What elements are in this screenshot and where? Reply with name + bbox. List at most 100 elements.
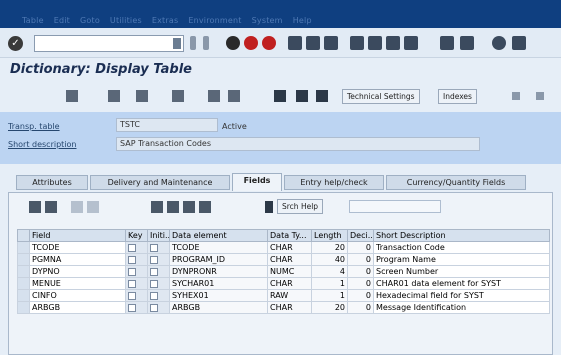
save-icon[interactable] bbox=[226, 36, 240, 50]
key-checkbox[interactable] bbox=[128, 303, 136, 312]
row-selector[interactable] bbox=[17, 301, 30, 314]
menu-item[interactable]: Utilities bbox=[110, 16, 142, 25]
other-object-icon[interactable] bbox=[66, 90, 78, 102]
cell-elem[interactable]: SYCHAR01 bbox=[169, 277, 268, 290]
column-header[interactable]: Data Ty... bbox=[267, 229, 312, 242]
initial-values-checkbox[interactable] bbox=[150, 243, 158, 252]
find-next-icon[interactable] bbox=[324, 36, 338, 50]
enter-button[interactable]: ✓ bbox=[8, 36, 23, 51]
key-checkbox[interactable] bbox=[128, 279, 136, 288]
menu-item[interactable]: System bbox=[252, 16, 283, 25]
where-used-icon[interactable] bbox=[136, 90, 148, 102]
column-header[interactable]: Short Description bbox=[373, 229, 550, 242]
row-selector[interactable] bbox=[17, 241, 30, 254]
menu-item[interactable]: Table bbox=[22, 16, 44, 25]
menu-item[interactable]: Edit bbox=[54, 16, 70, 25]
print-icon[interactable] bbox=[288, 36, 302, 50]
cell-elem[interactable]: PROGRAM_ID bbox=[169, 253, 268, 266]
column-header[interactable]: Data element bbox=[169, 229, 268, 242]
row-selector[interactable] bbox=[17, 253, 30, 266]
column-header[interactable]: Key bbox=[125, 229, 148, 242]
command-history-dropdown[interactable] bbox=[173, 38, 181, 49]
tab-entry-help-check[interactable]: Entry help/check bbox=[284, 175, 384, 190]
display-object-icon[interactable] bbox=[274, 90, 286, 102]
tab-attributes[interactable]: Attributes bbox=[16, 175, 88, 190]
previous-page-icon[interactable] bbox=[368, 36, 382, 50]
srch-help-button[interactable]: Srch Help bbox=[277, 199, 324, 214]
short-description-field[interactable]: SAP Transaction Codes bbox=[116, 137, 480, 151]
sort-icon[interactable] bbox=[199, 201, 211, 213]
column-header[interactable]: Initi... bbox=[147, 229, 170, 242]
cell-field[interactable]: DYPNO bbox=[29, 265, 126, 278]
display-change-icon[interactable] bbox=[108, 90, 120, 102]
menu-item[interactable]: Environment bbox=[188, 16, 241, 25]
find-icon[interactable] bbox=[306, 36, 320, 50]
tab-delivery-and-maintenance[interactable]: Delivery and Maintenance bbox=[90, 175, 230, 190]
cell-field[interactable]: PGMNA bbox=[29, 253, 126, 266]
first-page-icon[interactable] bbox=[350, 36, 364, 50]
indexes-button[interactable]: Indexes bbox=[438, 89, 477, 104]
key-checkbox[interactable] bbox=[128, 267, 136, 276]
menu-item[interactable]: Goto bbox=[80, 16, 100, 25]
initial-values-checkbox[interactable] bbox=[150, 303, 158, 312]
append-structure-icon[interactable] bbox=[512, 92, 520, 100]
table-name-field[interactable]: TSTC bbox=[116, 118, 218, 132]
structure-icon[interactable] bbox=[316, 90, 328, 102]
cell-field[interactable]: TCODE bbox=[29, 241, 126, 254]
check-icon[interactable] bbox=[172, 90, 184, 102]
new-session-icon[interactable] bbox=[440, 36, 454, 50]
object-list-icon[interactable] bbox=[228, 90, 240, 102]
built-in-type-field[interactable] bbox=[349, 200, 441, 213]
details-icon[interactable] bbox=[29, 201, 41, 213]
table-row[interactable]: PGMNA PROGRAM_ID CHAR 40 0 Program Name bbox=[17, 253, 550, 266]
menu-item[interactable]: Help bbox=[293, 16, 312, 25]
tab-currency-quantity-fields[interactable]: Currency/Quantity Fields bbox=[386, 175, 526, 190]
table-row[interactable]: DYPNO DYNPRONR NUMC 4 0 Screen Number bbox=[17, 265, 550, 278]
row-selector[interactable] bbox=[17, 289, 30, 302]
cancel-icon[interactable] bbox=[262, 36, 276, 50]
paste-icon[interactable] bbox=[167, 201, 179, 213]
cut-icon[interactable] bbox=[151, 201, 163, 213]
cell-field[interactable]: CINFO bbox=[29, 289, 126, 302]
key-checkbox[interactable] bbox=[128, 255, 136, 264]
tab-fields[interactable]: Fields bbox=[232, 173, 282, 191]
shortcut-icon[interactable] bbox=[460, 36, 474, 50]
layout-menu-icon[interactable] bbox=[512, 36, 526, 50]
cell-field[interactable]: MENUE bbox=[29, 277, 126, 290]
table-row[interactable]: ARBGB ARBGB CHAR 20 0 Message Identification bbox=[17, 301, 550, 314]
hierarchy-icon[interactable] bbox=[208, 90, 220, 102]
cell-field[interactable]: ARBGB bbox=[29, 301, 126, 314]
initial-values-checkbox[interactable] bbox=[150, 291, 158, 300]
row-selector[interactable] bbox=[17, 277, 30, 290]
select-all-cell[interactable] bbox=[17, 229, 30, 242]
next-page-icon[interactable] bbox=[386, 36, 400, 50]
last-page-icon[interactable] bbox=[404, 36, 418, 50]
insert-row-icon[interactable] bbox=[71, 201, 83, 213]
row-selector[interactable] bbox=[17, 265, 30, 278]
back-icon[interactable] bbox=[244, 36, 258, 50]
initial-values-checkbox[interactable] bbox=[150, 255, 158, 264]
menu-item[interactable]: Extras bbox=[152, 16, 179, 25]
technical-settings-button[interactable]: Technical Settings bbox=[342, 89, 420, 104]
cell-elem[interactable]: DYNPRONR bbox=[169, 265, 268, 278]
column-header[interactable]: Deci... bbox=[347, 229, 374, 242]
key-checkbox[interactable] bbox=[128, 243, 136, 252]
copy-icon[interactable] bbox=[45, 201, 57, 213]
find-icon[interactable] bbox=[183, 201, 195, 213]
cell-elem[interactable]: SYHEX01 bbox=[169, 289, 268, 302]
cell-elem[interactable]: TCODE bbox=[169, 241, 268, 254]
more-icon[interactable] bbox=[536, 92, 544, 100]
initial-values-checkbox[interactable] bbox=[150, 267, 158, 276]
command-field[interactable] bbox=[34, 35, 184, 52]
table-row[interactable]: MENUE SYCHAR01 CHAR 1 0 CHAR01 data element f… bbox=[17, 277, 550, 290]
dependencies-icon[interactable] bbox=[296, 90, 308, 102]
column-header[interactable]: Length bbox=[311, 229, 348, 242]
key-checkbox[interactable] bbox=[128, 291, 136, 300]
initial-values-checkbox[interactable] bbox=[150, 279, 158, 288]
table-row[interactable]: TCODE TCODE CHAR 20 0 Transaction Code bbox=[17, 241, 550, 254]
help-icon[interactable] bbox=[492, 36, 506, 50]
delete-row-icon[interactable] bbox=[87, 201, 99, 213]
column-header[interactable]: Field bbox=[29, 229, 126, 242]
cell-elem[interactable]: ARBGB bbox=[169, 301, 268, 314]
table-row[interactable]: CINFO SYHEX01 RAW 1 0 Hexadecimal field for S… bbox=[17, 289, 550, 302]
